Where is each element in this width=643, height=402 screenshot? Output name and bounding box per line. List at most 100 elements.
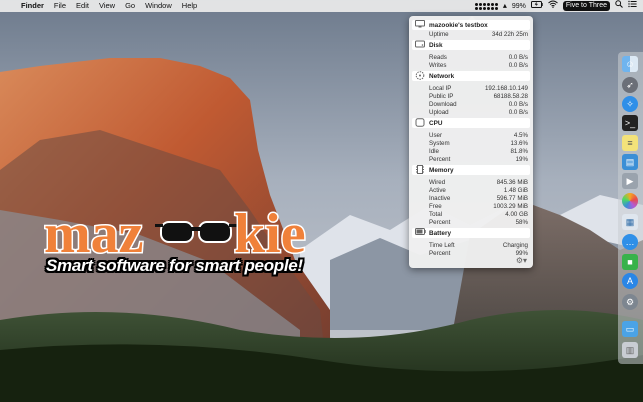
computer-icon [415,20,425,32]
local-ip-row: Local IP 192.168.10.149 [409,85,533,93]
clock[interactable]: Five to Three [562,1,610,11]
battery-title: Battery [429,229,452,237]
cpu-system-value: 13.6% [510,140,528,147]
notes-icon[interactable]: ≡ [622,135,638,151]
menu-file[interactable]: File [49,0,71,12]
cpu-idle-value: 81.8% [510,148,528,155]
memory-total-label: Total [429,211,443,218]
dock: ☺ ➶ ✧ >_ ≡ ▤ ▶ ▦ … ■ A ⚙ ▭ ▥ [618,52,643,364]
memory-wired-label: Wired [429,179,446,186]
memory-total-value: 4.00 GB [505,211,528,218]
memory-total-row: Total 4.00 GB [409,211,533,219]
image-capture-icon[interactable]: ▶ [622,173,638,189]
local-ip-label: Local IP [429,85,452,92]
battery-icon[interactable] [530,0,543,12]
cpu-system-row: System 13.6% [409,140,533,148]
memory-icon [415,165,425,178]
network-title: Network [429,72,455,80]
folder-icon[interactable]: ▭ [622,321,638,337]
cpu-percent-value: 19% [515,156,528,163]
messages-icon[interactable]: … [622,234,638,250]
battery-percent[interactable]: 99% [512,3,526,10]
facetime-icon[interactable]: ■ [622,254,638,270]
app-store-icon[interactable]: A [622,273,638,289]
cpu-section-header: CPU [412,118,530,128]
disk-writes-label: Writes [429,62,447,69]
memory-wired-row: Wired 845.36 MiB [409,179,533,187]
network-section-header: Network [412,71,530,81]
cpu-idle-row: Idle 81.8% [409,148,533,156]
public-ip-value: 68188.58.28 [493,93,528,100]
terminal-icon[interactable]: >_ [622,115,638,131]
notification-center-icon[interactable] [628,0,637,12]
battery-time-left-label: Time Left [429,242,455,249]
photos-icon[interactable] [622,193,638,209]
disk-title: Disk [429,41,443,49]
download-value: 0.0 B/s [508,101,528,108]
local-ip-value: 192.168.10.149 [484,85,528,92]
menu-bar: Finder File Edit View Go Window Help ▴ 9… [0,0,643,12]
menu-go[interactable]: Go [120,0,140,12]
memory-free-row: Free 1003.29 MiB [409,203,533,211]
menu-bar-extras: ▴ 99% Five to Three [474,0,643,12]
safari-icon[interactable]: ✧ [622,96,638,112]
settings-gear-icon[interactable]: ⚙▾ [516,256,527,265]
mazookie-stats-menu-icon[interactable] [474,2,498,10]
download-label: Download [429,101,457,108]
airdrop-icon[interactable]: ▴ [503,0,507,12]
memory-active-value: 1.48 GiB [503,187,528,194]
cpu-user-label: User [429,132,443,139]
memory-active-label: Active [429,187,446,194]
battery-percent-row: Percent 99% [409,250,533,258]
memory-percent-row: Percent 58% [409,219,533,227]
popover-title-row: mazookie's testbox [412,20,530,30]
brand-tagline: Smart software for smart people! [46,256,303,275]
upload-row: Upload 0.0 B/s [409,109,533,117]
trash-icon[interactable]: ▥ [622,342,638,358]
disk-reads-value: 0.0 B/s [508,54,528,61]
memory-inactive-row: Inactive 596.77 MiB [409,195,533,203]
memory-percent-value: 58% [515,219,528,226]
desktop: Finder File Edit View Go Window Help ▴ 9… [0,0,643,402]
uptime-value: 34d 22h 25m [491,31,528,38]
battery-section-header: Battery [412,228,530,238]
memory-active-row: Active 1.48 GiB [409,187,533,195]
battery-time-left-value: Charging [502,242,528,249]
system-preferences-icon[interactable]: ⚙ [622,294,638,310]
public-ip-row: Public IP 68188.58.28 [409,93,533,101]
memory-wired-value: 845.36 MiB [496,179,528,186]
disk-writes-value: 0.0 B/s [508,62,528,69]
disk-writes-row: Writes 0.0 B/s [409,62,533,70]
popover-title: mazookie's testbox [429,21,488,29]
uptime-row: Uptime 34d 22h 25m [409,31,533,39]
preview-icon[interactable]: ▤ [622,154,638,170]
rocket-icon[interactable]: ➶ [622,77,638,93]
menu-help[interactable]: Help [177,0,202,12]
memory-section-header: Memory [412,165,530,175]
upload-label: Upload [429,109,449,116]
disk-icon [415,40,425,52]
menu-app-finder[interactable]: Finder [16,0,49,12]
menu-window[interactable]: Window [140,0,177,12]
cpu-percent-row: Percent 19% [409,156,533,164]
system-stats-popover: mazookie's testbox Uptime 34d 22h 25m Di… [409,16,533,268]
memory-inactive-value: 596.77 MiB [496,195,528,202]
preview-images-icon[interactable]: ▦ [622,214,638,230]
network-icon [415,71,425,84]
uptime-label: Uptime [429,31,449,38]
memory-title: Memory [429,166,454,174]
cpu-idle-label: Idle [429,148,439,155]
menu-edit[interactable]: Edit [71,0,94,12]
cpu-user-value: 4.5% [513,132,528,139]
battery-percent-label: Percent [429,250,451,257]
download-row: Download 0.0 B/s [409,101,533,109]
cpu-system-label: System [429,140,450,147]
menu-view[interactable]: View [94,0,120,12]
battery-section-icon [415,228,426,239]
battery-time-left-row: Time Left Charging [409,242,533,250]
cpu-user-row: User 4.5% [409,132,533,140]
disk-reads-row: Reads 0.0 B/s [409,54,533,62]
spotlight-search-icon[interactable] [615,0,623,12]
wifi-icon[interactable] [548,0,558,12]
finder-icon[interactable]: ☺ [622,56,638,72]
